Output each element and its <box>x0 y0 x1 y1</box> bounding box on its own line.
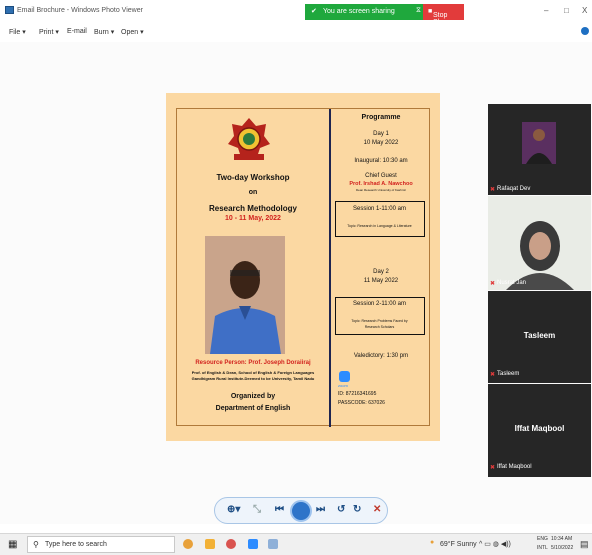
close-button[interactable]: X <box>582 6 587 15</box>
mic-muted-icon: ✖ <box>490 281 496 287</box>
zoom-passcode: PASSCODE: 637026 <box>338 400 385 406</box>
workshop-dates: 10 - 11 May, 2022 <box>225 215 281 222</box>
session1-box: Session 1-11:00 am Topic: Research in La… <box>335 201 425 237</box>
participant-display-name: Tasleem <box>523 331 556 340</box>
clock-date[interactable]: 5/10/2022 <box>551 545 573 551</box>
programme-heading: Programme <box>361 114 401 121</box>
menu-print[interactable]: Print ▾ <box>39 28 59 36</box>
participant-tile-4[interactable]: Iffat Maqbool ✖ Iffat Maqbool <box>488 384 591 477</box>
fit-to-window-icon[interactable]: ⤡ <box>253 504 261 515</box>
windows-start-icon[interactable]: ▦ <box>8 539 17 550</box>
workshop-topic: Research Methodology <box>208 204 297 213</box>
day1-label: Day 1 <box>373 131 389 137</box>
clock-time[interactable]: 10:34 AM <box>551 536 572 542</box>
participant-tile-3[interactable]: Tasleem ✖ Tasleem <box>488 291 591 383</box>
session2-box: Session 2-11:00 am Topic: Research Probl… <box>335 297 425 335</box>
participant-name: Iffat Maqbool <box>497 464 532 470</box>
title-bar: Email Brochure - Windows Photo Viewer ✔ … <box>0 0 592 26</box>
weather-text[interactable]: 69°F Sunny <box>440 541 477 548</box>
chief-guest-name: Prof. Irshad A. Nawchoo <box>349 181 413 187</box>
stop-share-button[interactable]: ■ Stop Share <box>423 4 464 26</box>
slideshow-button[interactable] <box>290 500 312 522</box>
previous-icon[interactable]: ⏮ <box>275 504 284 515</box>
workshop-on: on <box>248 189 258 196</box>
day1-date: 10 May 2022 <box>363 140 399 146</box>
valedictory-time: Valedictory: 1:30 pm <box>353 353 409 359</box>
weather-icon: ● <box>430 539 435 546</box>
zoom-logo-icon <box>339 371 350 382</box>
menu-burn[interactable]: Burn ▾ <box>94 28 114 36</box>
menu-file[interactable]: File ▾ <box>9 28 26 36</box>
photo-viewer-taskbar-icon[interactable] <box>268 539 278 549</box>
participant-tile-1[interactable]: ✖ Rafaqat Dev <box>488 104 591 195</box>
share-icon: ✔ <box>311 8 317 15</box>
taskbar: ▦ ⚲ Type here to search ● 69°F Sunny ^ ▭… <box>0 533 592 555</box>
menu-email[interactable]: E-mail <box>67 28 87 35</box>
organized-by: Organized by <box>230 393 276 400</box>
resource-person: Resource Person: Prof. Joseph Doraiiraj <box>195 360 311 366</box>
notifications-icon[interactable]: ▤ <box>580 539 589 550</box>
photo-viewer-icon <box>5 6 14 14</box>
maximize-button[interactable]: □ <box>564 6 569 15</box>
participant-name: Tasleem <box>497 371 520 377</box>
search-icon: ⚲ <box>33 540 39 549</box>
mic-muted-icon: ✖ <box>490 372 496 378</box>
system-tray-icons[interactable]: ^ ▭ ◍ ◀)) <box>479 540 511 548</box>
screen-sharing-text: You are screen sharing <box>323 8 395 15</box>
search-placeholder: Type here to search <box>45 541 107 548</box>
zoom-meeting-id: ID: 87216341695 <box>338 391 377 397</box>
zoom-label: zoom <box>338 383 348 388</box>
session1-time: Session 1-11:00 am <box>353 206 406 212</box>
menu-open[interactable]: Open ▾ <box>121 28 144 36</box>
chrome-icon[interactable] <box>183 539 193 549</box>
workshop-brochure: Two-day Workshop on Research Methodology… <box>166 93 440 441</box>
language-intl[interactable]: INTL <box>537 545 548 551</box>
help-icon[interactable] <box>581 27 589 35</box>
participant-name: Rafaqat Dev <box>497 186 531 192</box>
minimize-button[interactable]: – <box>544 6 548 15</box>
participant-tile-2[interactable]: ✖ Nusrat Jan <box>488 196 591 290</box>
session1-topic: Topic: Research in Language & Literature <box>347 224 412 228</box>
session2-topic-line-1: Topic: Research Problems Faced by <box>351 319 408 323</box>
session2-topic-line-2: Research Scholars <box>364 325 395 329</box>
day2-date: 11 May 2022 <box>363 278 399 284</box>
participant-video <box>488 196 591 290</box>
participant-video <box>522 122 556 164</box>
resource-person-photo <box>205 236 285 354</box>
mic-muted-icon: ✖ <box>490 187 496 193</box>
department-name: Department of English <box>215 405 291 412</box>
chief-guest-role: Dean Research University of Kashmir <box>355 188 407 192</box>
portrait-image <box>205 236 285 354</box>
zoom-icon[interactable]: ⊕▾ <box>227 504 240 515</box>
day2-label: Day 2 <box>373 269 389 275</box>
zoom-taskbar-icon[interactable] <box>248 539 258 549</box>
mic-muted-icon: ✖ <box>490 465 496 471</box>
language-eng[interactable]: ENG <box>537 536 548 542</box>
participant-display-name: Iffat Maqbool <box>514 424 565 433</box>
column-divider <box>329 109 331 427</box>
menu-bar: File ▾ Print ▾ E-mail Burn ▾ Open ▾ <box>0 22 592 42</box>
session2-time: Session 2-11:00 am <box>353 301 406 307</box>
affiliation-line-1: Prof. of English & Dean, School of Engli… <box>191 370 315 375</box>
workshop-title: Two-day Workshop <box>216 173 290 182</box>
chief-guest-label: Chief Guest <box>365 173 397 179</box>
rotate-left-icon[interactable]: ↺ <box>337 504 345 515</box>
taskbar-search-box[interactable]: ⚲ Type here to search <box>27 536 175 553</box>
affiliation-line-2: Gandhigram Rural Institute-Deemed to be … <box>191 376 315 381</box>
next-icon[interactable]: ⏭ <box>316 504 325 515</box>
participant-name: Nusrat Jan <box>497 280 527 286</box>
brochure-border: Two-day Workshop on Research Methodology… <box>176 108 430 427</box>
window-title: Email Brochure - Windows Photo Viewer <box>17 7 143 14</box>
inaugural-time: Inaugural: 10:30 am <box>354 158 408 164</box>
file-explorer-icon[interactable] <box>205 539 215 549</box>
browser-icon[interactable] <box>226 539 236 549</box>
stop-share-label: ■ Stop Share <box>428 8 452 26</box>
university-emblem-icon <box>228 118 270 160</box>
delete-icon[interactable]: ✕ <box>373 504 381 515</box>
rotate-right-icon[interactable]: ↻ <box>353 504 361 515</box>
